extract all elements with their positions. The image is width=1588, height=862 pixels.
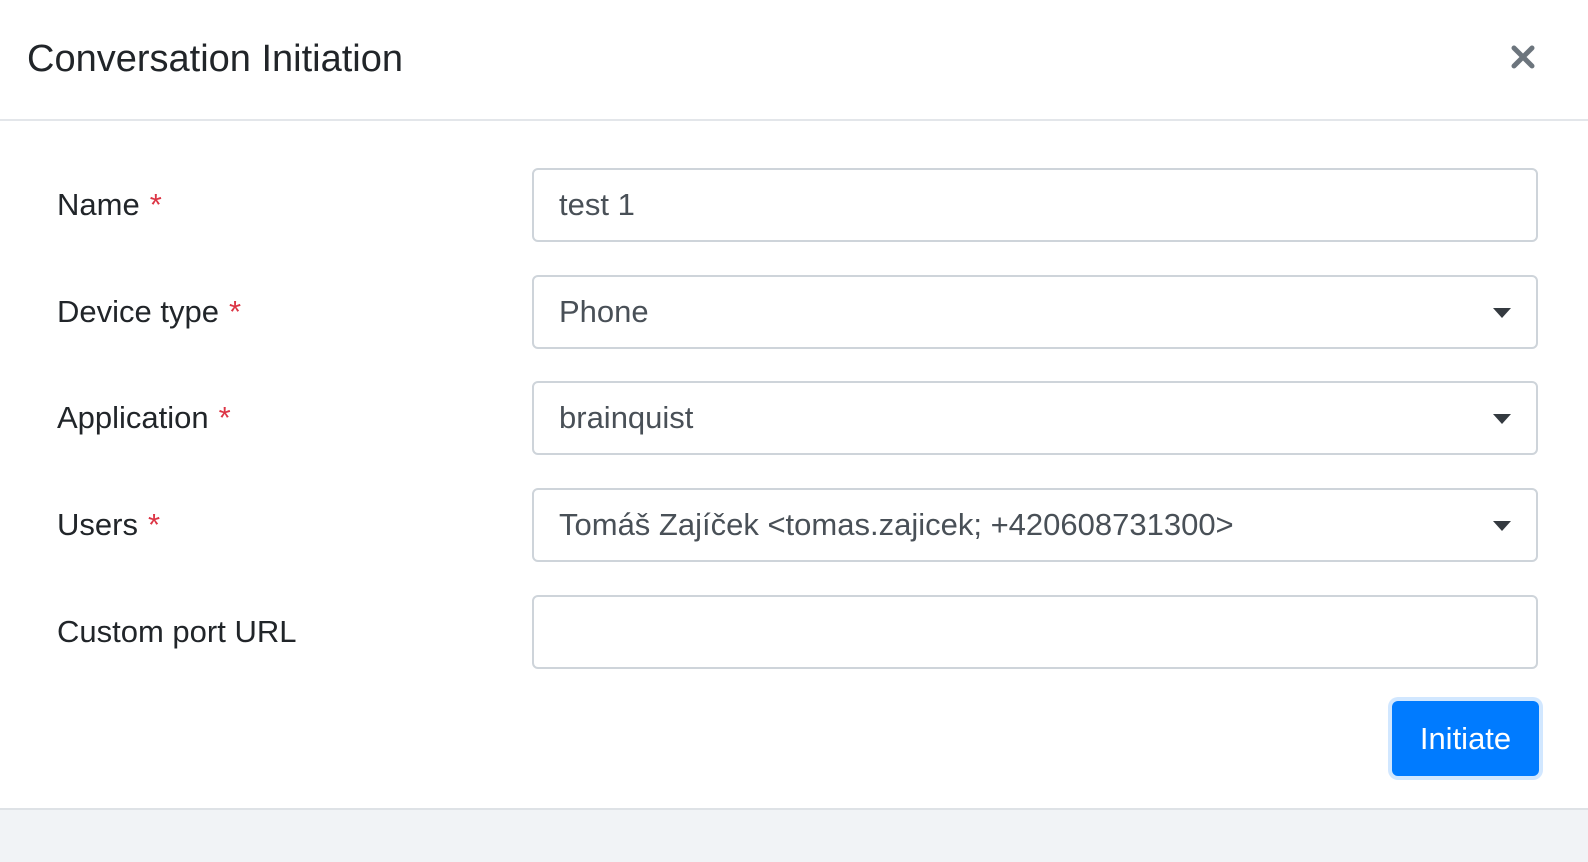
required-marker: * bbox=[149, 187, 162, 222]
close-icon bbox=[1511, 45, 1535, 69]
device-type-label: Device type * bbox=[57, 275, 241, 349]
form-row-application: Application * brainquist bbox=[0, 381, 1588, 455]
users-label: Users * bbox=[57, 488, 160, 562]
device-type-select-value: Phone bbox=[559, 294, 649, 329]
conversation-initiation-dialog: Conversation Initiation Name * test 1 De… bbox=[0, 0, 1588, 810]
dialog-header: Conversation Initiation bbox=[0, 0, 1588, 121]
application-label: Application * bbox=[57, 381, 231, 455]
name-input-value: test 1 bbox=[559, 187, 635, 222]
users-label-text: Users bbox=[57, 507, 138, 542]
users-select[interactable]: Tomáš Zajíček <tomas.zajicek; +420608731… bbox=[532, 488, 1538, 562]
caret-down-icon bbox=[1493, 414, 1511, 424]
application-select[interactable]: brainquist bbox=[532, 381, 1538, 455]
custom-port-url-input[interactable] bbox=[532, 595, 1538, 669]
form-row-users: Users * Tomáš Zajíček <tomas.zajicek; +4… bbox=[0, 488, 1588, 562]
name-input[interactable]: test 1 bbox=[532, 168, 1538, 242]
required-marker: * bbox=[228, 294, 242, 329]
application-select-value: brainquist bbox=[559, 400, 694, 435]
required-marker: * bbox=[147, 507, 161, 542]
device-type-select[interactable]: Phone bbox=[532, 275, 1538, 349]
custom-port-url-label-text: Custom port URL bbox=[57, 614, 297, 649]
footer-area bbox=[0, 810, 1588, 862]
form-row-custom-port-url: Custom port URL bbox=[0, 595, 1588, 669]
form-row-name: Name * test 1 bbox=[0, 168, 1588, 242]
users-select-value: Tomáš Zajíček <tomas.zajicek; +420608731… bbox=[559, 507, 1234, 542]
caret-down-icon bbox=[1493, 308, 1511, 318]
device-type-label-text: Device type bbox=[57, 294, 219, 329]
required-marker: * bbox=[218, 400, 231, 435]
dialog-title: Conversation Initiation bbox=[27, 38, 403, 80]
name-label-text: Name bbox=[57, 187, 140, 222]
caret-down-icon bbox=[1493, 521, 1511, 531]
custom-port-url-label: Custom port URL bbox=[57, 595, 296, 669]
application-label-text: Application bbox=[57, 400, 209, 435]
initiate-button[interactable]: Initiate bbox=[1392, 701, 1539, 776]
form-row-device-type: Device type * Phone bbox=[0, 275, 1588, 349]
close-button[interactable] bbox=[1500, 34, 1546, 80]
name-label: Name * bbox=[57, 168, 162, 242]
